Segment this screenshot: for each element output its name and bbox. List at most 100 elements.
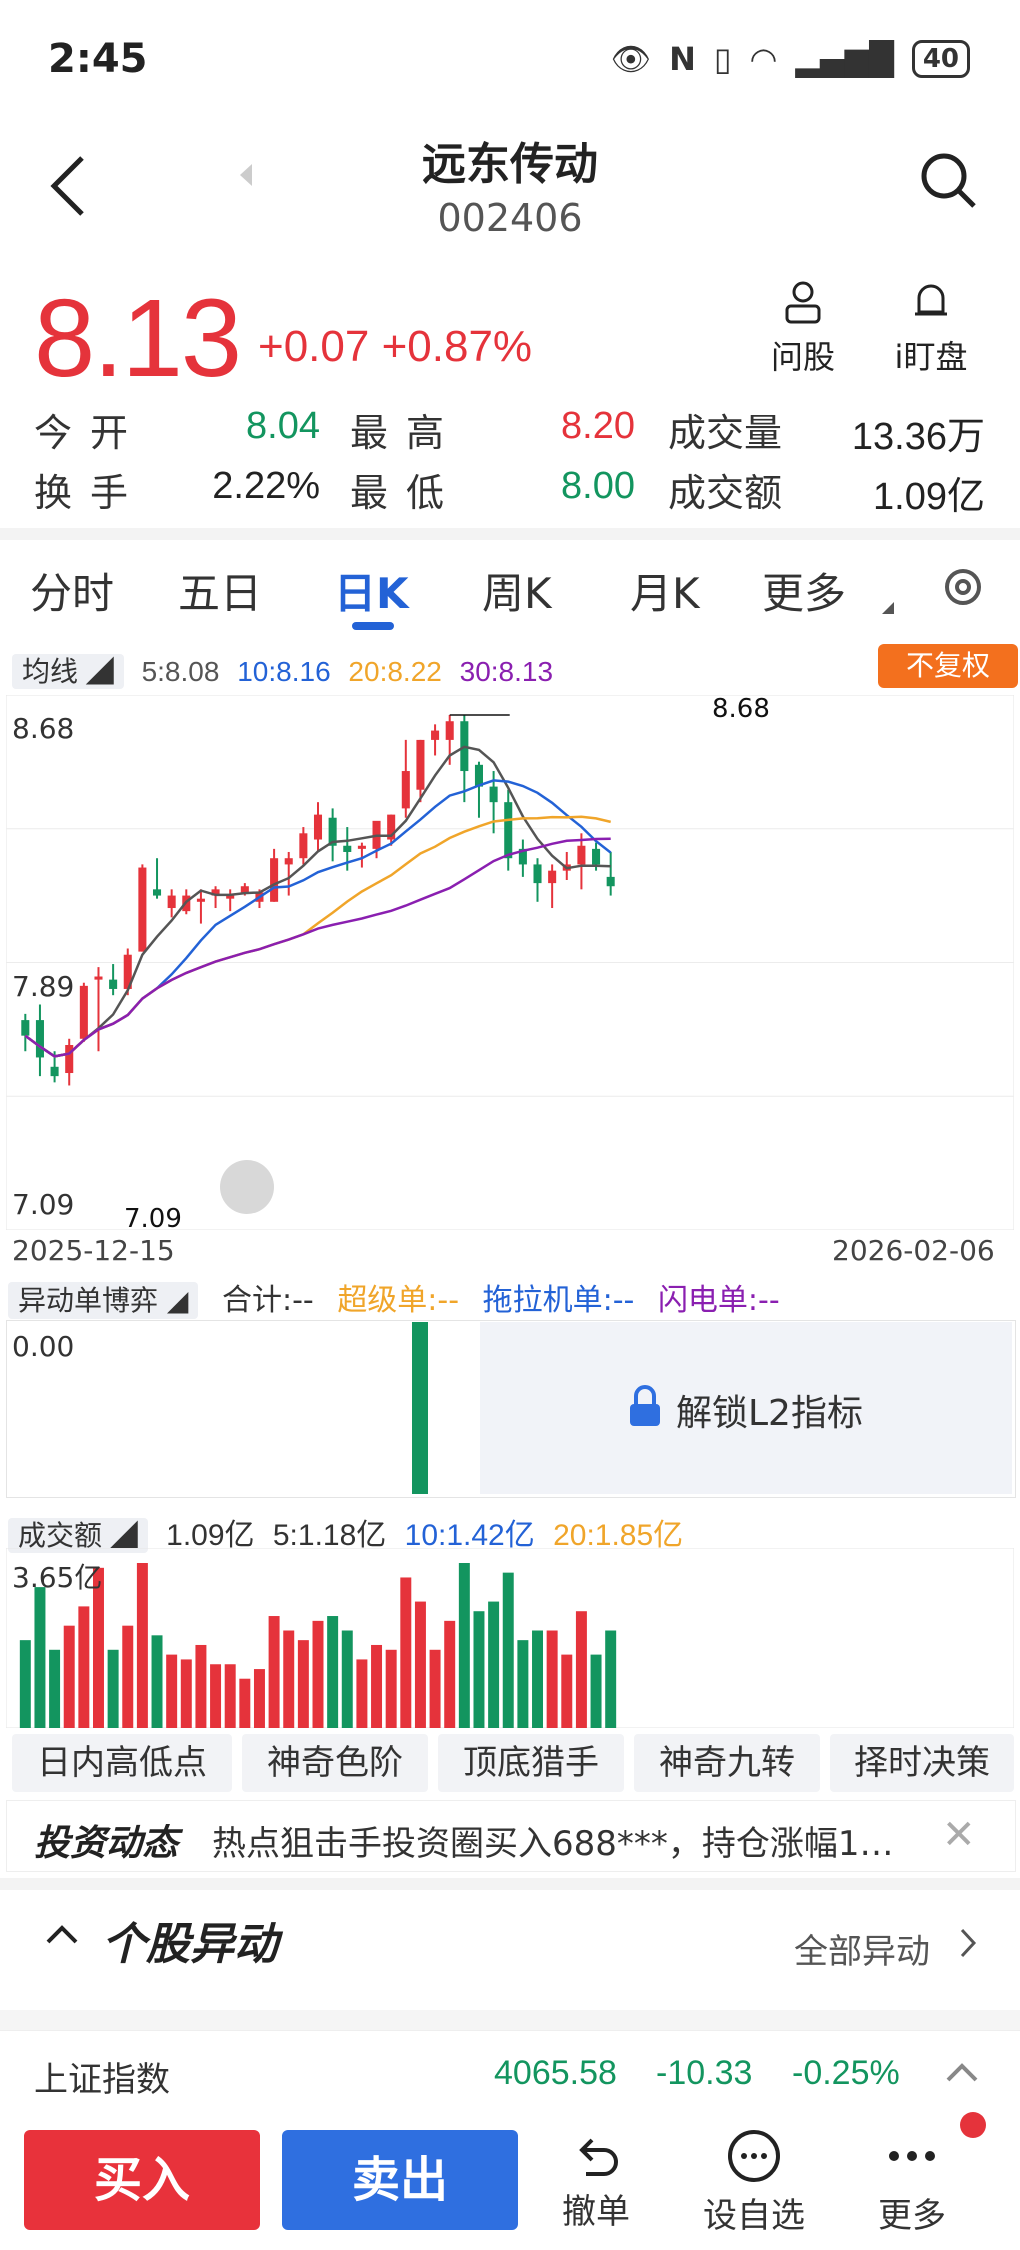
stock-name: 远东传动 (422, 139, 598, 190)
all-alerts-link[interactable]: 全部异动 (794, 1924, 930, 1973)
l2-total: 合计:-- (222, 1283, 314, 1318)
sell-button[interactable]: 卖出 (282, 2130, 518, 2230)
volume-bar (429, 1649, 441, 1728)
candle-body (299, 833, 308, 859)
settings-gear-icon[interactable] (938, 562, 988, 616)
l2-selector[interactable]: 异动单博弈 ◢ (8, 1282, 199, 1319)
chat-icon (728, 2130, 780, 2182)
candle-body (50, 1066, 59, 1077)
candle-body (401, 771, 410, 809)
volume-bar (268, 1616, 280, 1728)
tab-intraday[interactable]: 分时 (30, 560, 114, 621)
candle-body (606, 876, 615, 887)
tool-timing[interactable]: 择时决策 (830, 1734, 1014, 1792)
tab-more[interactable]: 更多 (762, 560, 846, 621)
volume-bar (473, 1611, 485, 1728)
candle-body (35, 1020, 44, 1058)
ma-selector[interactable]: 均线 ◢ (12, 654, 124, 689)
volume-bar (546, 1630, 558, 1728)
volume-bar (414, 1601, 426, 1728)
volume-bar (224, 1664, 236, 1728)
tab-five-day[interactable]: 五日 (178, 560, 262, 621)
watch-label: i盯盘 (894, 338, 968, 376)
add-watchlist-button[interactable]: 设自选 (694, 2128, 814, 2237)
l2-tractor: 拖拉机单:-- (482, 1283, 635, 1318)
close-icon[interactable]: ✕ (942, 1812, 976, 1858)
candle-body (109, 979, 118, 989)
nfc-icon: N (669, 40, 696, 78)
tab-active-indicator (352, 622, 394, 630)
volume-bar (151, 1635, 163, 1728)
volume-bar (532, 1630, 543, 1728)
chevron-up-icon[interactable] (944, 2060, 980, 2088)
wifi-icon: ◠ (749, 40, 778, 78)
candle-body (445, 721, 454, 740)
candle-body (65, 1045, 74, 1074)
tool-top-bottom[interactable]: 顶底猎手 (438, 1734, 624, 1792)
search-icon (921, 153, 976, 208)
volume-bar (458, 1563, 470, 1728)
search-button[interactable] (918, 150, 978, 214)
kline-chart[interactable] (6, 695, 1014, 1230)
more-label: 更多 (878, 2196, 946, 2236)
volume-bar (195, 1644, 207, 1728)
cancel-order-button[interactable]: 撤单 (536, 2128, 656, 2233)
tool-color-scale[interactable]: 神奇色阶 (242, 1734, 428, 1792)
index-value: 4065.58 (494, 2054, 617, 2092)
stat-label-low: 最低 (350, 471, 463, 515)
adjust-badge[interactable]: 不复权 (878, 644, 1018, 688)
more-button[interactable]: 更多 (852, 2128, 972, 2237)
candle-body (548, 870, 557, 884)
stat-label-turnover: 换手 (34, 471, 147, 515)
volume-bar (327, 1616, 339, 1728)
volume-bar (444, 1620, 456, 1728)
tool-intraday-hilo[interactable]: 日内高低点 (12, 1734, 232, 1792)
candle-body (313, 814, 323, 840)
stat-label-high: 最高 (350, 411, 463, 455)
candle-body (94, 976, 103, 980)
ma20-value: 20:8.22 (348, 656, 442, 687)
signal-icon: ▂▄▆█ (795, 40, 894, 78)
candle-body (357, 845, 366, 849)
volume-bar (297, 1640, 309, 1728)
tab-daily-k[interactable]: 日K (334, 560, 409, 621)
candle-body (196, 898, 205, 902)
volume-bar (34, 1587, 46, 1728)
more-icon (889, 2151, 935, 2161)
volume-bar (19, 1640, 31, 1728)
watch-button[interactable]: i盯盘 (876, 278, 986, 378)
tab-weekly-k[interactable]: 周K (482, 560, 552, 621)
volume-bar (400, 1577, 412, 1728)
candle-body (504, 802, 513, 859)
chevron-right-icon[interactable] (958, 1926, 978, 1964)
stat-value-turnover: 2.22% (212, 465, 320, 507)
candle-body (431, 730, 440, 740)
ma5-line (24, 745, 611, 1058)
section-title: 个股异动 (102, 1919, 278, 1970)
volume-bar (371, 1644, 383, 1728)
index-name: 上证指数 (34, 2060, 170, 2100)
volume-bar (502, 1572, 514, 1728)
volume-selector-label: 成交额 (18, 1520, 103, 1551)
unlock-l2-button[interactable]: 解锁L2指标 (480, 1322, 1012, 1494)
candle-body (153, 889, 162, 896)
volume-bar (605, 1630, 617, 1728)
draw-tool-icon[interactable] (220, 1160, 274, 1214)
collapse-icon[interactable] (44, 1922, 80, 1950)
stat-value-high: 8.20 (561, 405, 635, 447)
unlock-label: 解锁L2指标 (676, 1393, 863, 1434)
stat-value-low: 8.00 (561, 465, 635, 507)
candle-body (343, 845, 352, 852)
tab-monthly-k[interactable]: 月K (630, 560, 700, 621)
volume-bar (356, 1659, 368, 1728)
volume-bar (341, 1630, 353, 1728)
person-icon (785, 281, 821, 324)
buy-button[interactable]: 买入 (24, 2130, 260, 2230)
ask-stock-button[interactable]: 问股 (748, 278, 858, 378)
candle-body (240, 886, 249, 893)
l2-selector-label: 异动单博弈 (18, 1284, 159, 1317)
volume-bar (78, 1606, 90, 1728)
tool-nine-turn[interactable]: 神奇九转 (634, 1734, 820, 1792)
dropdown-caret-icon (880, 600, 896, 620)
notification-dot (960, 2112, 986, 2138)
